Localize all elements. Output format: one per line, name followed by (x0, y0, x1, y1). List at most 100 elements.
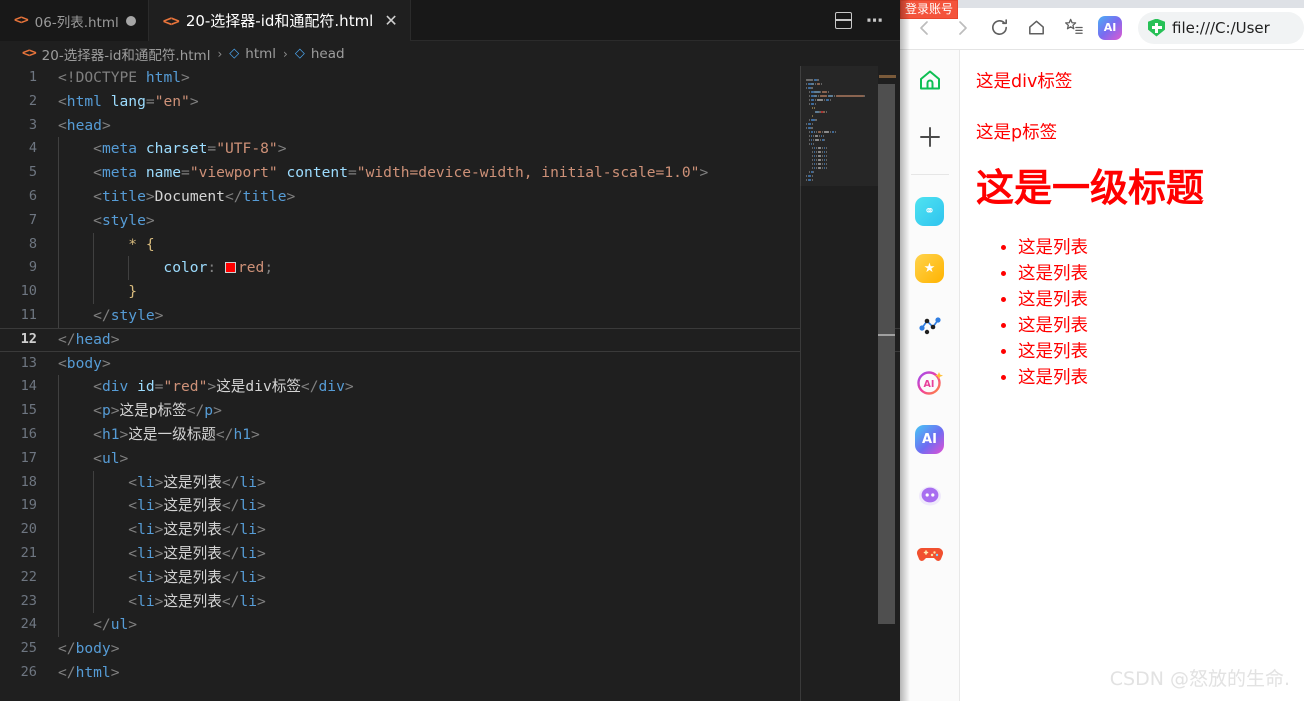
code-line[interactable]: 9 color: red; (0, 256, 900, 281)
code-line[interactable]: 14 <div id="red">这是div标签</div> (0, 375, 900, 400)
code-text[interactable]: } (58, 280, 900, 304)
color-swatch-icon[interactable] (224, 262, 236, 274)
breadcrumb-item-file[interactable]: 20-选择器-id和通配符.html (42, 44, 211, 64)
code-line[interactable]: 5 <meta name="viewport" content="width=d… (0, 161, 900, 185)
code-text[interactable]: <body> (58, 352, 900, 376)
code-line[interactable]: 1 <!DOCTYPE html> (0, 66, 900, 90)
more-actions-icon[interactable]: ⋯ (866, 12, 884, 29)
code-text[interactable]: </head> (58, 328, 900, 352)
code-line[interactable]: 10 } (0, 280, 900, 304)
rail-ai-icon[interactable]: AI (908, 417, 952, 461)
code-line[interactable]: 16 <h1>这是一级标题</h1> (0, 422, 900, 447)
code-line[interactable]: 6 <title>Document</title> (0, 184, 900, 209)
close-icon[interactable]: ✕ (384, 12, 397, 29)
code-text[interactable]: <li>这是列表</li> (58, 565, 900, 590)
code-text[interactable]: </body> (58, 637, 900, 661)
code-line[interactable]: 25 </body> (0, 637, 900, 661)
scrollbar-thumb[interactable] (878, 84, 895, 624)
code-text[interactable]: <html lang="en"> (58, 90, 900, 114)
code-text[interactable]: <meta charset="UTF-8"> (58, 137, 900, 162)
code-text[interactable]: * { (58, 232, 900, 257)
code-text[interactable]: color: red; (58, 256, 900, 281)
code-line[interactable]: 12 </head> (0, 327, 900, 352)
code-line[interactable]: 11 </style> (0, 303, 900, 328)
star-tile-icon: ★ (915, 253, 944, 283)
code-text[interactable]: <ul> (58, 446, 900, 471)
home-button[interactable] (1019, 11, 1053, 45)
code-text[interactable]: <li>这是列表</li> (58, 470, 900, 495)
code-text[interactable]: <p>这是p标签</p> (58, 399, 900, 423)
minimap[interactable] (800, 66, 878, 701)
code-token: = (145, 92, 155, 110)
code-text[interactable]: <style> (58, 208, 900, 233)
editor-tab-20-selector[interactable]: <> 20-选择器-id和通配符.html ✕ (148, 0, 411, 41)
code-line[interactable]: 17 <ul> (0, 446, 900, 471)
code-text[interactable]: <meta name="viewport" content="width=dev… (58, 161, 900, 185)
rail-add-icon[interactable] (908, 115, 952, 159)
code-line[interactable]: 18 <li>这是列表</li> (0, 470, 900, 495)
line-number: 20 (20, 521, 37, 538)
code-lines[interactable]: 1 <!DOCTYPE html> 2 <html lang="en"> 3 <head>… (0, 66, 900, 701)
editor-vertical-scrollbar[interactable] (878, 66, 898, 701)
code-text[interactable]: </html> (58, 661, 900, 685)
rail-favorites-icon[interactable]: ★ (908, 246, 952, 290)
code-text[interactable]: <h1>这是一级标题</h1> (58, 422, 900, 447)
rail-divider (910, 174, 949, 175)
rail-app-icon[interactable]: ⚭ (908, 189, 952, 233)
indent-guide (93, 232, 95, 257)
screen-root: <> 06-列表.html <> 20-选择器-id和通配符.html ✕ ⋯ … (0, 0, 1304, 701)
minimap-token (821, 146, 823, 149)
code-text[interactable]: <li>这是列表</li> (58, 589, 900, 614)
code-line[interactable]: 8 * { (0, 232, 900, 257)
rail-home-icon[interactable] (908, 58, 952, 102)
code-line[interactable]: 22 <li>这是列表</li> (0, 565, 900, 590)
rail-game-icon[interactable] (908, 531, 952, 575)
code-line[interactable]: 24 </ul> (0, 613, 900, 638)
code-token: > (189, 92, 199, 110)
breadcrumb-item-head[interactable]: head (311, 46, 345, 62)
breadcrumb-item-html[interactable]: html (245, 46, 276, 62)
code-token: } (58, 283, 138, 301)
code-line[interactable]: 21 <li>这是列表</li> (0, 541, 900, 566)
code-text[interactable]: <title>Document</title> (58, 184, 900, 209)
code-token: 这是div标签 (216, 378, 301, 396)
rail-bot-icon[interactable] (908, 474, 952, 518)
address-bar[interactable]: file:///C:/User (1138, 11, 1304, 44)
rail-graph-icon[interactable] (908, 303, 952, 347)
code-text[interactable]: <head> (58, 114, 900, 138)
split-editor-icon[interactable] (835, 12, 852, 29)
code-token: "UTF-8" (216, 140, 278, 158)
code-line[interactable]: 23 <li>这是列表</li> (0, 589, 900, 614)
login-account-badge[interactable]: 登录账号 (900, 0, 959, 19)
code-line[interactable]: 15 <p>这是p标签</p> (0, 399, 900, 423)
code-line[interactable]: 13 <body> (0, 352, 900, 376)
code-line[interactable]: 26 </html> (0, 661, 900, 685)
code-text[interactable]: </ul> (58, 613, 900, 638)
code-text[interactable]: <li>这是列表</li> (58, 541, 900, 566)
code-token: < (58, 92, 67, 110)
copilot-button[interactable]: AI (1093, 11, 1127, 45)
collections-button[interactable] (1056, 11, 1090, 45)
editor-tab-06-list[interactable]: <> 06-列表.html (0, 0, 149, 41)
code-line[interactable]: 20 <li>这是列表</li> (0, 518, 900, 542)
minimap-token (821, 162, 823, 165)
code-line[interactable]: 7 <style> (0, 208, 900, 233)
code-line[interactable]: 19 <li>这是列表</li> (0, 494, 900, 519)
minimap-token (817, 78, 819, 81)
code-token: < (58, 592, 138, 610)
code-text[interactable]: </style> (58, 303, 900, 328)
reload-icon (991, 19, 1007, 35)
reload-button[interactable] (982, 11, 1016, 45)
code-line[interactable]: 2 <html lang="en"> (0, 90, 900, 114)
code-line[interactable]: 4 <meta charset="UTF-8"> (0, 137, 900, 162)
code-text[interactable]: <!DOCTYPE html> (58, 66, 900, 90)
code-token: > (213, 402, 222, 420)
code-token: "width=device-width, initial-scale=1.0" (356, 164, 700, 182)
code-text[interactable]: <li>这是列表</li> (58, 518, 900, 542)
code-text[interactable]: <li>这是列表</li> (58, 494, 900, 519)
rail-ai-circle-icon[interactable]: AI (908, 360, 952, 404)
code-line[interactable]: 3 <head> (0, 114, 900, 138)
unsaved-dot-icon (125, 15, 136, 26)
code-editor[interactable]: 1 <!DOCTYPE html> 2 <html lang="en"> 3 <head>… (0, 66, 900, 701)
code-text[interactable]: <div id="red">这是div标签</div> (58, 375, 900, 400)
